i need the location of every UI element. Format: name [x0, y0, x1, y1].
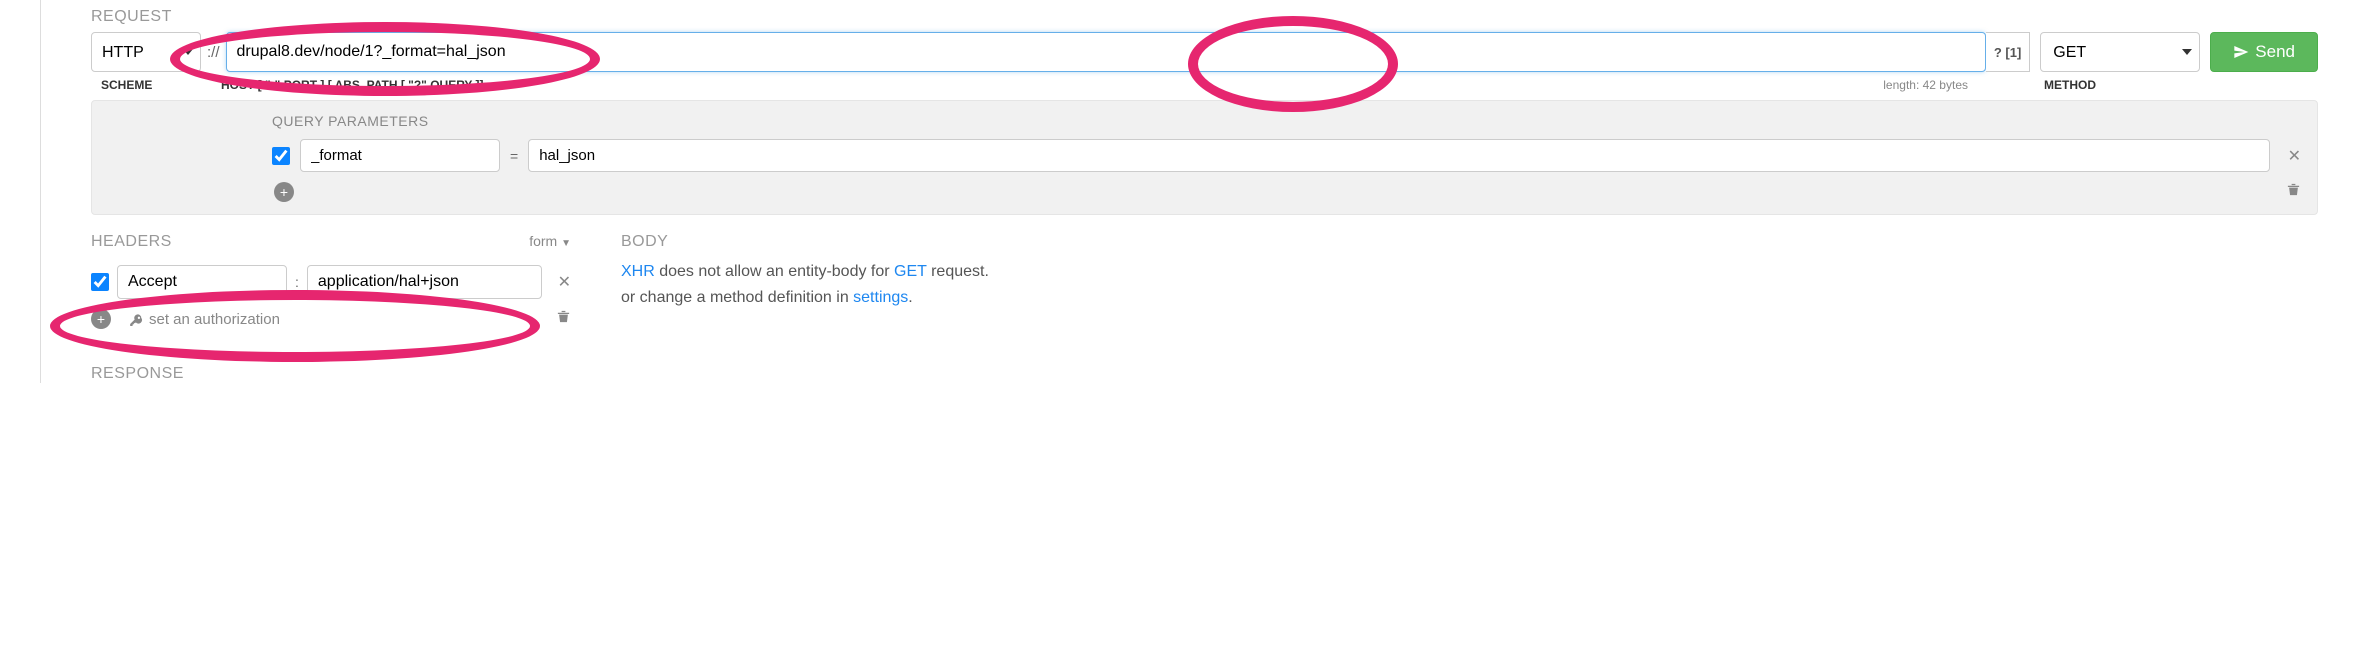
url-hint[interactable]: ? [1] — [1986, 32, 2030, 72]
header-enable-checkbox[interactable] — [91, 273, 109, 291]
header-value-input[interactable] — [307, 265, 542, 299]
query-parameters-title: QUERY PARAMETERS — [272, 113, 2301, 129]
url-input[interactable] — [226, 32, 1986, 72]
header-row: : ✕ — [91, 265, 571, 299]
request-section-title: REQUEST — [91, 0, 2318, 26]
request-bar: HTTP :// ? [1] GET Send — [91, 32, 2318, 72]
settings-link[interactable]: settings — [853, 289, 908, 306]
equals-sign: = — [510, 148, 518, 164]
add-param-icon[interactable]: + — [274, 182, 294, 202]
send-label: Send — [2255, 42, 2295, 62]
colon-sign: : — [295, 274, 299, 290]
header-key-input[interactable] — [117, 265, 287, 299]
scheme-separator: :// — [201, 32, 226, 72]
clear-headers-icon[interactable] — [556, 309, 571, 329]
body-section-title: BODY — [621, 233, 2318, 251]
headers-section-title: HEADERS — [91, 233, 172, 251]
query-param-enable-checkbox[interactable] — [272, 147, 290, 165]
method-select[interactable]: GET — [2040, 32, 2200, 72]
query-param-row: = ✕ — [272, 139, 2301, 172]
method-get-link[interactable]: GET — [894, 263, 927, 280]
query-param-value-input[interactable] — [528, 139, 2269, 172]
host-label: HOST [ ":" PORT ] [ ABS_PATH [ "?" QUERY… — [221, 78, 1883, 92]
set-authorization-link[interactable]: set an authorization — [129, 311, 280, 328]
remove-param-icon[interactable]: ✕ — [2288, 146, 2301, 166]
query-param-key-input[interactable] — [300, 139, 500, 172]
scheme-select[interactable]: HTTP — [91, 32, 201, 72]
xhr-link[interactable]: XHR — [621, 263, 655, 280]
response-section-title: RESPONSE — [91, 357, 2318, 383]
send-icon — [2233, 44, 2249, 60]
clear-params-icon[interactable] — [2286, 182, 2301, 202]
caret-down-icon: ▼ — [561, 238, 571, 249]
query-parameters-panel: QUERY PARAMETERS = ✕ + — [91, 100, 2318, 215]
send-button[interactable]: Send — [2210, 32, 2318, 72]
length-text: length: 42 bytes — [1883, 78, 1968, 92]
method-label: METHOD — [2038, 78, 2198, 92]
add-header-icon[interactable]: + — [91, 309, 111, 329]
headers-mode-toggle[interactable]: form ▼ — [529, 233, 571, 249]
key-icon — [129, 312, 143, 326]
body-message: XHR does not allow an entity-body for GE… — [621, 259, 2318, 310]
scheme-label: SCHEME — [91, 78, 221, 92]
remove-header-icon[interactable]: ✕ — [558, 272, 571, 292]
field-labels-row: SCHEME HOST [ ":" PORT ] [ ABS_PATH [ "?… — [91, 78, 2318, 92]
